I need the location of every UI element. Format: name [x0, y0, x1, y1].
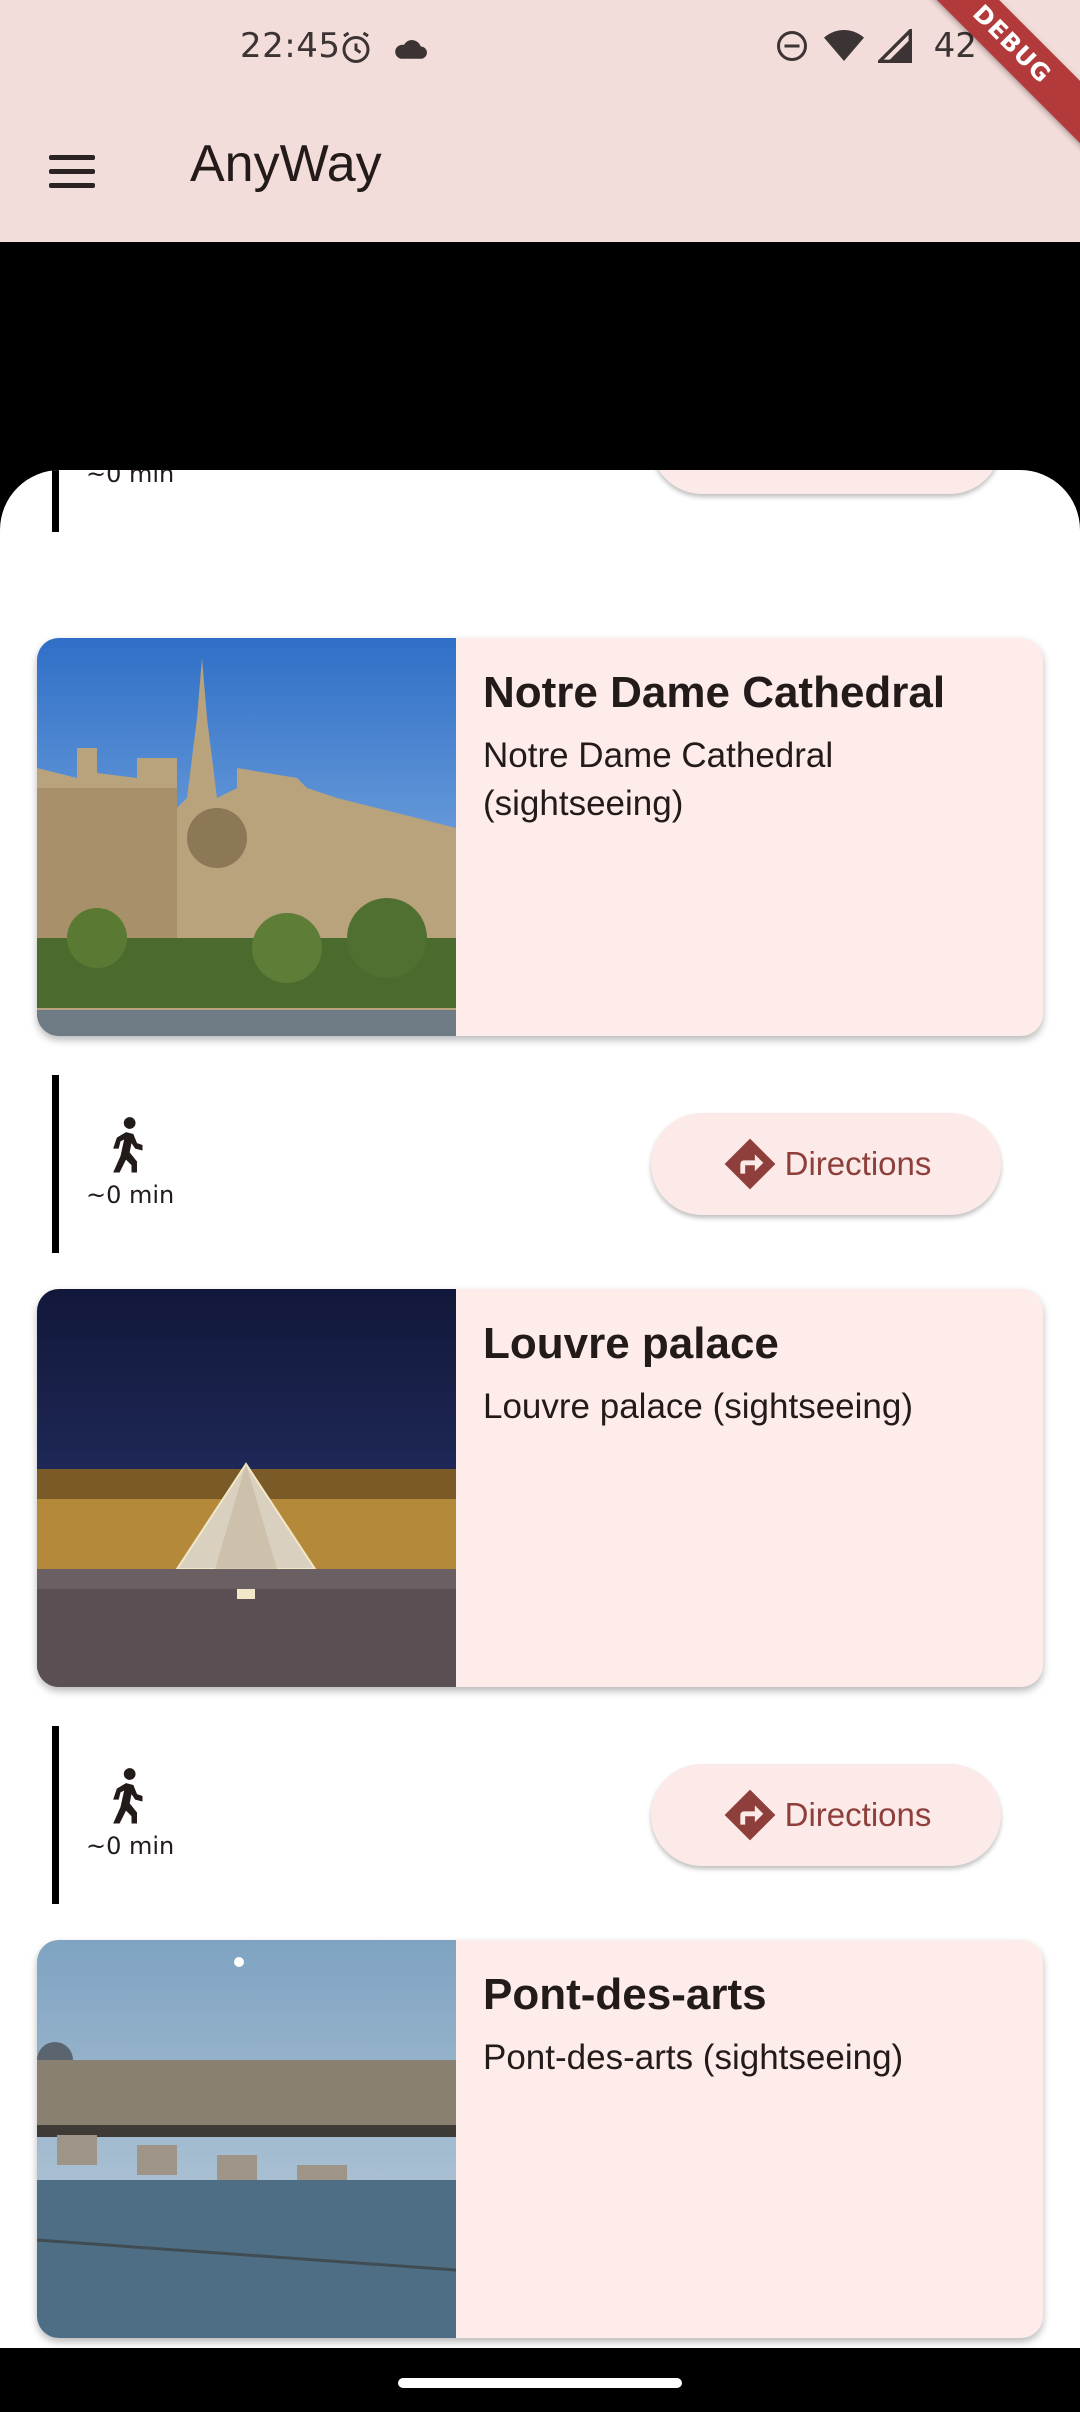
directions-button[interactable]: Directions: [651, 1764, 1001, 1866]
status-time: 22:45: [240, 26, 341, 66]
stop-card-notre-dame[interactable]: Notre Dame Cathedral Notre Dame Cathedra…: [37, 638, 1043, 1036]
wifi-icon: [823, 30, 864, 61]
pont-des-arts-image: [37, 1940, 456, 2338]
stop-subtitle: Pont-des-arts (sightseeing): [483, 2038, 904, 2077]
leg-time: ~0 min: [86, 470, 175, 488]
leg-time: ~0 min: [86, 1181, 175, 1209]
dnd-icon: [776, 31, 807, 61]
home-handle[interactable]: [398, 2378, 682, 2388]
signal-icon: [877, 29, 912, 63]
route-line: [52, 1075, 59, 1253]
stop-title: Pont-des-arts: [483, 1970, 767, 2019]
directions-icon: [724, 1138, 776, 1190]
itinerary-sheet[interactable]: ~0 min Notre Dame Cathedral Notre Dame C…: [0, 470, 1080, 2348]
stop-title: Notre Dame Cathedral: [483, 668, 946, 717]
alarm-icon: [342, 31, 370, 63]
louvre-image: [37, 1289, 456, 1687]
leg-top: ~0 min: [0, 470, 1080, 534]
stop-title: Louvre palace: [483, 1319, 779, 1368]
route-line: [52, 1726, 59, 1904]
stop-subtitle: Louvre palace (sightseeing): [483, 1387, 913, 1426]
stop-subtitle: Notre Dame Cathedral (sightseeing): [483, 736, 834, 823]
directions-label: Directions: [784, 1145, 932, 1182]
status-bar: 22:45 42 %: [0, 0, 1080, 100]
app-bar: AnyWay: [0, 100, 1080, 242]
route-line: [52, 470, 59, 532]
directions-button-partial[interactable]: [651, 470, 1001, 494]
leg-1: ~0 min Directions: [0, 1075, 1080, 1255]
menu-button[interactable]: [34, 136, 110, 206]
stop-card-pont-des-arts[interactable]: Pont-des-arts Pont-des-arts (sightseeing…: [37, 1940, 1043, 2338]
system-nav-bar: [0, 2348, 1080, 2412]
leg-2: ~0 min Directions: [0, 1726, 1080, 1906]
directions-button[interactable]: Directions: [651, 1113, 1001, 1215]
cloud-icon: [395, 40, 427, 59]
menu-icon: [49, 154, 95, 160]
leg-time: ~0 min: [86, 1832, 175, 1860]
walk-icon: [113, 1768, 143, 1824]
directions-label: Directions: [784, 1796, 932, 1833]
directions-icon: [724, 1789, 776, 1841]
stop-card-louvre[interactable]: Louvre palace Louvre palace (sightseeing…: [37, 1289, 1043, 1687]
app-title: AnyWay: [190, 135, 382, 193]
notre-dame-image: [37, 638, 456, 1036]
walk-icon: [113, 1117, 143, 1173]
map-area[interactable]: [0, 242, 1080, 472]
